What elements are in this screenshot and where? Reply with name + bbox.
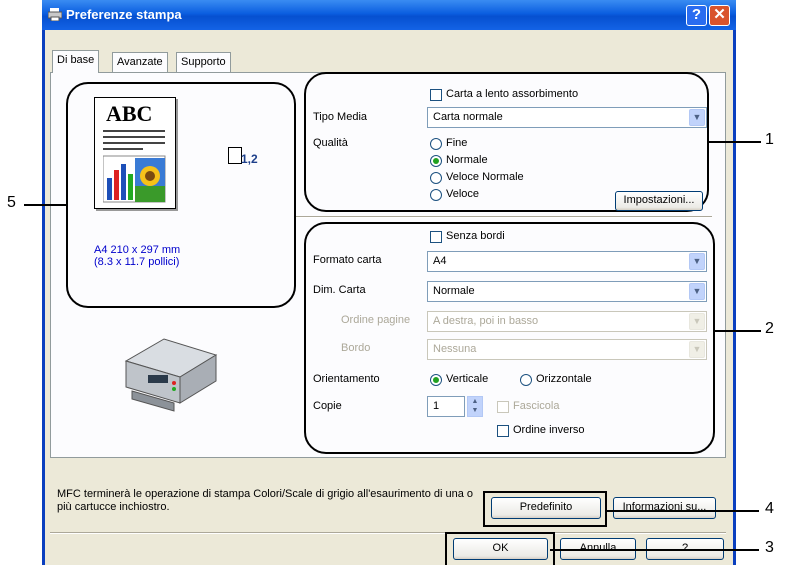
borderless-checkbox[interactable] (430, 231, 442, 243)
copies-spinner[interactable]: ▲ ▼ (467, 396, 483, 417)
callout-line-2 (715, 330, 761, 332)
quality-label: Qualità (313, 137, 348, 149)
quality-fast-normal-radio[interactable] (430, 172, 442, 184)
about-button[interactable]: Informazioni su... (613, 497, 716, 519)
slow-dry-label: Carta a lento assorbimento (446, 88, 579, 100)
preview-abc-text: ABC (106, 101, 153, 126)
callout-3: 3 (765, 539, 774, 556)
collate-checkbox[interactable] (497, 401, 509, 413)
settings-button[interactable]: Impostazioni... (615, 191, 703, 211)
quality-normal-label: Normale (446, 154, 488, 166)
paper-size-line1: A4 210 x 297 mm (94, 244, 181, 256)
media-type-label: Tipo Media (313, 111, 368, 123)
ink-warning-message: MFC terminerà le operazione di stampa Co… (57, 488, 474, 513)
paper-size-label: Formato carta (313, 254, 382, 266)
quality-normal-radio[interactable] (430, 155, 442, 167)
orientation-label: Orientamento (313, 373, 380, 385)
preview-graphic (103, 130, 166, 203)
dim-carta-select[interactable]: Normale ▼ (427, 281, 707, 302)
help-titlebar-button[interactable]: ? (686, 5, 707, 26)
page-preview: ABC (94, 97, 176, 209)
window-title: Preferenze stampa (66, 7, 182, 22)
reverse-order-checkbox[interactable] (497, 425, 509, 437)
quality-fast-label: Veloce (446, 188, 480, 200)
chevron-down-icon: ▼ (689, 341, 705, 358)
landscape-label: Orizzontale (536, 373, 592, 385)
duplex-pages-icon (228, 147, 242, 164)
border-label: Bordo (341, 342, 371, 354)
quality-fast-normal-label: Veloce Normale (446, 171, 524, 183)
copies-label: Copie (313, 400, 342, 412)
page-order-value: A destra, poi in basso (433, 315, 539, 327)
chevron-down-icon: ▼ (689, 283, 705, 300)
group-separator (296, 216, 712, 218)
callout-1: 1 (765, 131, 774, 148)
callout-5: 5 (7, 194, 16, 211)
page-order-select[interactable]: A destra, poi in basso ▼ (427, 311, 707, 332)
printer-icon (47, 8, 63, 22)
callout-line-4 (607, 510, 759, 512)
chevron-down-icon: ▼ (689, 253, 705, 270)
quality-fine-radio[interactable] (430, 138, 442, 150)
dim-carta-label: Dim. Carta (313, 284, 366, 296)
close-icon[interactable]: ✕ (709, 5, 730, 26)
quality-fine-label: Fine (446, 137, 468, 149)
media-type-value: Carta normale (433, 111, 503, 123)
paper-size-value: A4 (433, 255, 447, 267)
dim-carta-value: Normale (433, 285, 475, 297)
quality-fast-radio[interactable] (430, 189, 442, 201)
footer-separator (50, 532, 726, 534)
tab-supporto[interactable]: Supporto (176, 52, 231, 72)
collate-label: Fascicola (513, 400, 560, 412)
pages-label: 1,2 (241, 152, 258, 166)
ok-button[interactable]: OK (453, 538, 548, 560)
chevron-down-icon: ▼ (689, 313, 705, 330)
page-order-label: Ordine pagine (341, 314, 411, 326)
tab-di-base[interactable]: Di base (52, 50, 100, 73)
copies-input[interactable]: 1 (427, 396, 465, 417)
callout-2: 2 (765, 320, 774, 337)
reverse-order-label: Ordine inverso (513, 424, 585, 436)
paper-size-line2: (8.3 x 11.7 pollici) (94, 256, 180, 268)
callout-4: 4 (765, 500, 774, 517)
callout-line-3 (550, 549, 759, 551)
border-value: Nessuna (433, 343, 477, 355)
portrait-label: Verticale (446, 373, 489, 385)
portrait-radio[interactable] (430, 374, 442, 386)
media-type-select[interactable]: Carta normale ▼ (427, 107, 707, 128)
callout-line-1 (709, 141, 761, 143)
callout-line-5 (24, 204, 66, 206)
landscape-radio[interactable] (520, 374, 532, 386)
paper-size-select[interactable]: A4 ▼ (427, 251, 707, 272)
chevron-down-icon: ▼ (689, 109, 705, 126)
printer-image (124, 338, 218, 412)
default-button[interactable]: Predefinito (491, 497, 601, 519)
border-select[interactable]: Nessuna ▼ (427, 339, 707, 360)
borderless-label: Senza bordi (446, 230, 505, 242)
tab-avanzate[interactable]: Avanzate (112, 52, 168, 72)
slow-dry-checkbox[interactable] (430, 89, 442, 101)
